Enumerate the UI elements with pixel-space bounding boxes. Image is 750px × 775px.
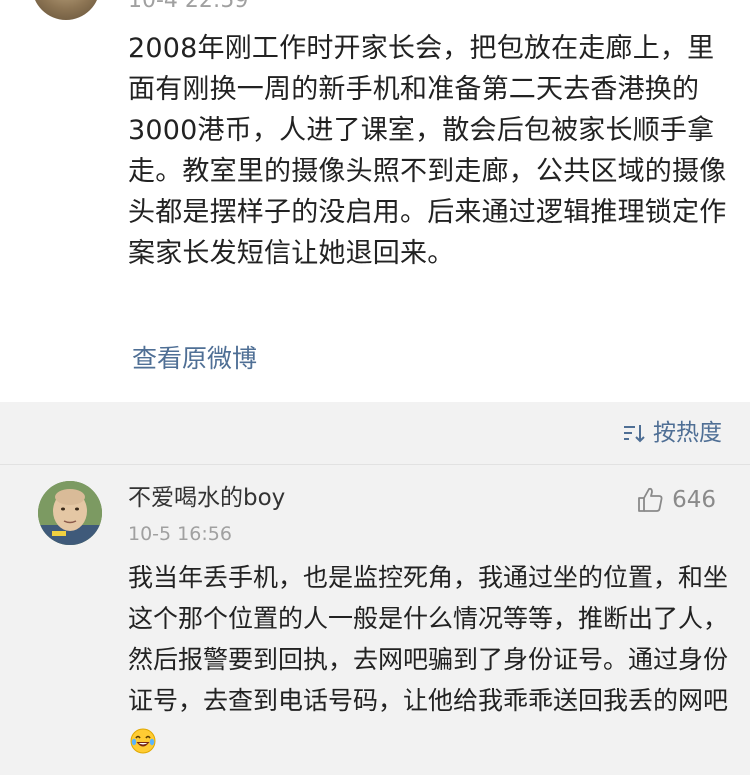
post-card: 10-4 22:59 2008年刚工作时开家长会，把包放在走廊上，里面有刚换一周…	[0, 0, 750, 402]
comment-username[interactable]: 不爱喝水的boy	[128, 483, 285, 513]
comments-section: 按热度 不爱喝水的boy 10-5 16:56 646 我当年丢手机，也是监控死…	[0, 402, 750, 775]
post-body-text: 2008年刚工作时开家长会，把包放在走廊上，里面有刚换一周的新手机和准备第二天去…	[128, 33, 727, 269]
laughing-tears-emoji-icon	[130, 728, 156, 754]
view-original-weibo-link[interactable]: 查看原微博	[132, 342, 257, 376]
comment-timestamp: 10-5 16:56	[128, 523, 232, 545]
comment-body-text: 我当年丢手机，也是监控死角，我通过坐的位置，和坐这个那个位置的人一般是什么情况等…	[128, 563, 729, 715]
comment-item: 不爱喝水的boy 10-5 16:56 646 我当年丢手机，也是监控死角，我通…	[0, 465, 750, 775]
sort-by-popularity-button[interactable]: 按热度	[623, 416, 722, 450]
avatar[interactable]	[38, 481, 102, 545]
thumbs-up-icon	[638, 487, 663, 512]
avatar-image	[38, 481, 102, 545]
like-button[interactable]: 646	[636, 485, 716, 515]
like-count: 646	[672, 487, 716, 513]
sort-icon	[624, 425, 645, 443]
sort-label: 按热度	[653, 420, 722, 446]
post-timestamp: 10-4 22:59	[128, 0, 249, 13]
post-author-avatar[interactable]	[32, 0, 100, 20]
comment-body: 我当年丢手机，也是监控死角，我通过坐的位置，和坐这个那个位置的人一般是什么情况等…	[128, 557, 728, 762]
